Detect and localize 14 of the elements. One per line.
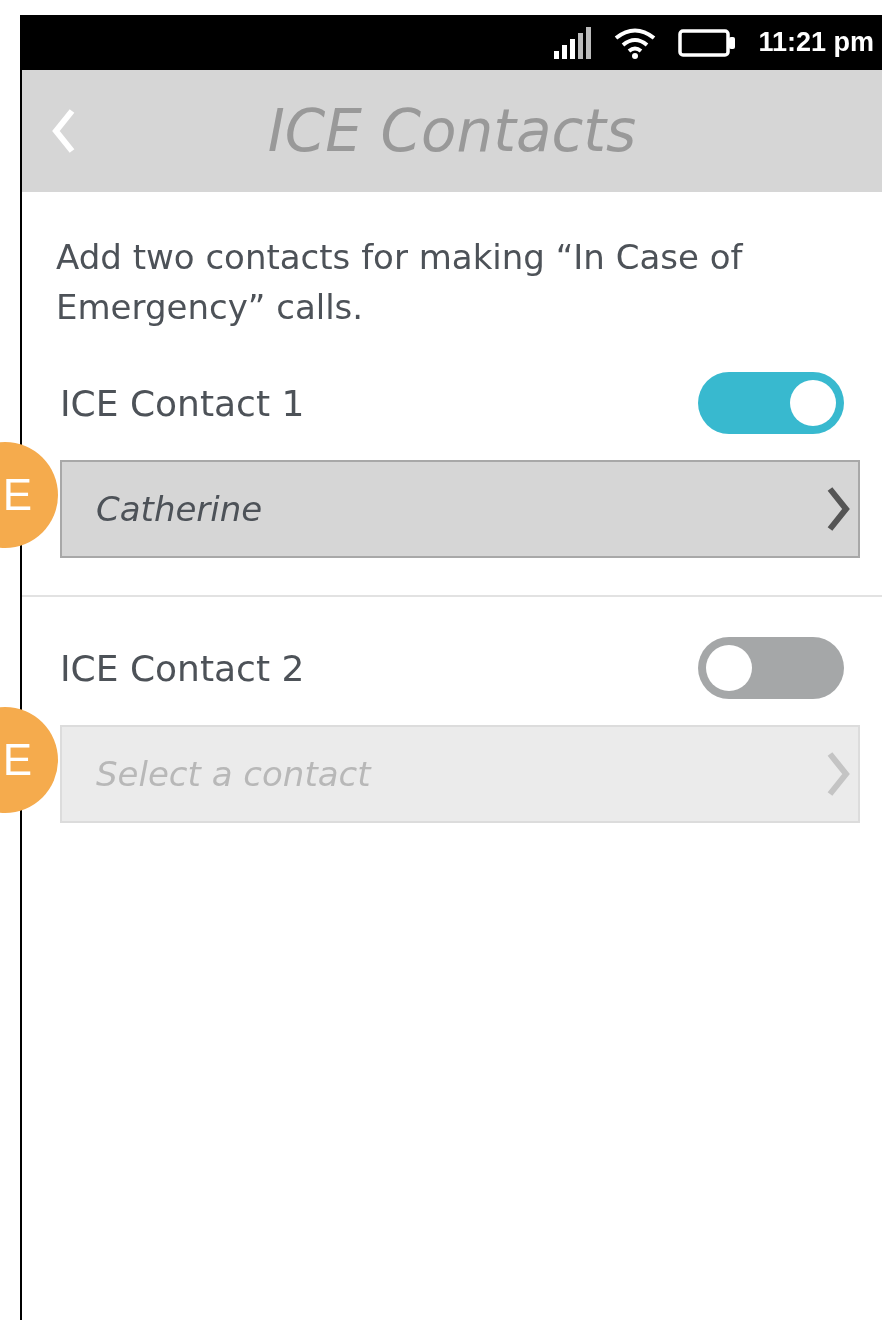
contact-label: ICE Contact 2 (60, 647, 305, 689)
chevron-right-icon (826, 487, 850, 531)
chevron-right-icon (826, 752, 850, 796)
contact-label: ICE Contact 1 (60, 382, 305, 424)
clock-time: 11:21 pm (758, 27, 874, 58)
intro-text: Add two contacts for making “In Case of Emergency” calls. (56, 236, 744, 329)
annotation-marker: E (0, 442, 58, 548)
signal-icon (554, 26, 593, 59)
annotation-marker: E (0, 707, 58, 813)
contact-picker[interactable]: Catherine (60, 460, 860, 558)
back-icon[interactable] (52, 109, 76, 153)
wifi-icon (614, 26, 657, 59)
screen-title: ICE Contacts (266, 97, 638, 165)
battery-icon (678, 28, 737, 57)
